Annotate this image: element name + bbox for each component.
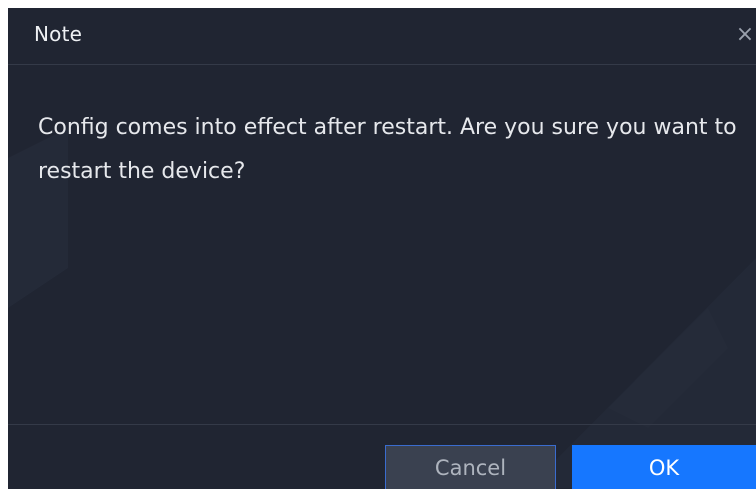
restart-confirm-dialog: Note × Config comes into effect after re… <box>8 8 756 489</box>
dialog-message: Config comes into effect after restart. … <box>38 115 737 184</box>
dialog-title: Note <box>34 22 83 46</box>
ok-button[interactable]: OK <box>572 445 756 489</box>
cancel-button[interactable]: Cancel <box>385 445 556 489</box>
close-icon[interactable]: × <box>734 22 756 48</box>
dialog-header: Note × <box>8 8 756 65</box>
background-decoration <box>8 128 756 489</box>
dialog-footer: Cancel OK <box>8 424 756 489</box>
